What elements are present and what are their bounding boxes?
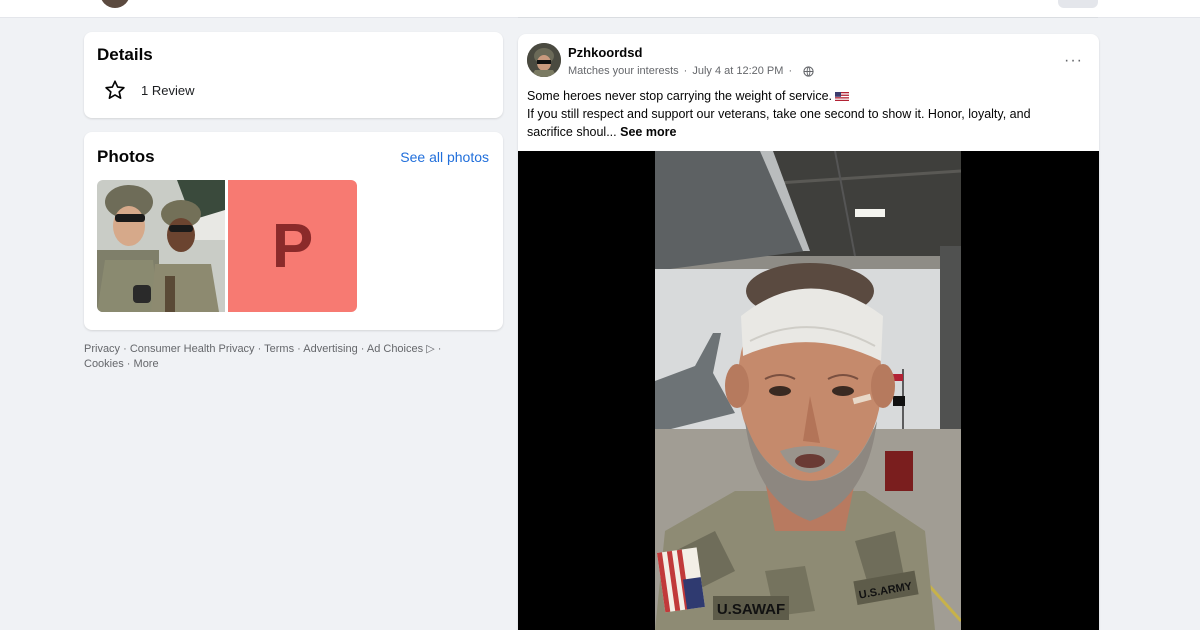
footer-link-cookies[interactable]: Cookies (84, 358, 124, 370)
us-flag-icon (835, 92, 850, 102)
post-author-name[interactable]: Pzhkoordsd (568, 45, 642, 60)
details-card: Details 1 Review (84, 32, 503, 118)
post-line-2: If you still respect and support our vet… (527, 107, 1031, 121)
post-context: Matches your interests (568, 65, 679, 77)
separator: · (434, 343, 442, 355)
photos-card: Photos See all photos P (84, 132, 503, 330)
globe-icon (803, 65, 814, 77)
post-timestamp[interactable]: July 4 at 12:20 PM (692, 65, 783, 77)
separator: · (123, 358, 134, 370)
post-meta: Matches your interests · July 4 at 12:20… (568, 65, 814, 77)
review-row[interactable]: 1 Review (104, 79, 194, 101)
footer-link-more[interactable]: More (134, 358, 159, 370)
see-all-photos-link[interactable]: See all photos (400, 149, 489, 165)
feed-post: Pzhkoordsd Matches your interests · July… (518, 34, 1099, 630)
post-video[interactable]: U.SAWAF U.S.ARMY (518, 151, 1099, 630)
meta-separator: · (683, 65, 688, 77)
top-right-button[interactable] (1058, 0, 1098, 8)
separator: · (357, 343, 367, 355)
name-tag-text: U.SAWAF (717, 601, 785, 618)
post-options-icon[interactable]: ··· (1064, 52, 1083, 70)
star-icon (105, 80, 125, 99)
separator: · (294, 343, 304, 355)
author-avatar[interactable] (527, 43, 561, 77)
separator: · (254, 343, 265, 355)
footer-link-ad-choices[interactable]: Ad Choices (367, 343, 423, 355)
footer-link-advertising[interactable]: Advertising (303, 343, 357, 355)
footer-link-terms[interactable]: Terms (264, 343, 294, 355)
see-more-link[interactable]: See more (620, 125, 676, 139)
post-caption: Some heroes never stop carrying the weig… (527, 87, 1087, 141)
photo-thumbnail-placeholder[interactable]: P (228, 180, 357, 312)
previous-post-edge (518, 0, 1098, 18)
photos-title: Photos (97, 147, 155, 166)
top-navigation-strip (0, 0, 1200, 18)
photo-thumbnail-soldiers[interactable] (97, 180, 225, 312)
footer-link-privacy[interactable]: Privacy (84, 343, 120, 355)
ad-choices-icon: ▷ (426, 343, 435, 355)
separator: · (120, 343, 130, 355)
post-line-1: Some heroes never stop carrying the weig… (527, 89, 833, 103)
footer-links: Privacy · Consumer Health Privacy · Term… (84, 342, 504, 372)
placeholder-letter: P (271, 211, 314, 281)
details-title: Details (97, 45, 153, 64)
video-frame: U.SAWAF U.S.ARMY (655, 151, 961, 630)
review-count: 1 Review (141, 82, 195, 98)
profile-avatar[interactable] (100, 0, 130, 8)
post-line-3: sacrifice shoul... (527, 125, 617, 139)
footer-link-consumer-health-privacy[interactable]: Consumer Health Privacy (130, 343, 255, 355)
meta-separator: · (788, 65, 793, 77)
